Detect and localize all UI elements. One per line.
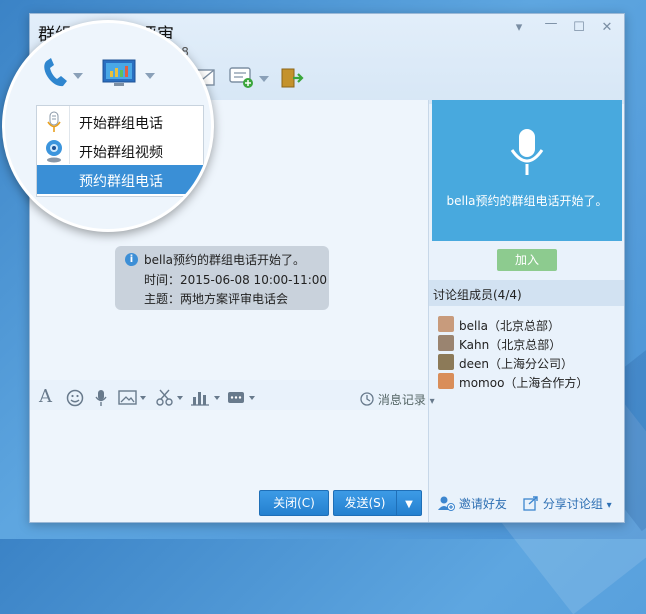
dropdown-icon[interactable]: ▾ (512, 20, 526, 35)
exit-group-icon[interactable] (280, 66, 306, 90)
webcam-icon (46, 140, 62, 163)
emoji-icon[interactable] (66, 389, 84, 407)
new-message-icon[interactable] (229, 66, 257, 90)
member-name: momoo（上海合作方） (459, 376, 589, 390)
phone-icon[interactable] (41, 57, 71, 89)
members-header: 讨论组成员(4/4) (429, 280, 624, 306)
member-item[interactable]: momoo（上海合作方） (438, 373, 618, 390)
close-button[interactable]: 关闭(C) (259, 490, 329, 516)
message-history-button[interactable]: 消息记录 ▾ (360, 391, 435, 408)
menu-item-start-group-video[interactable]: 开始群组视频 (37, 136, 203, 165)
voice-icon[interactable] (94, 389, 108, 407)
screenshot-icon[interactable] (155, 389, 187, 407)
system-message-time: 时间：2015-06-08 10:00-11:00 (144, 273, 328, 287)
info-icon: i (125, 253, 138, 266)
clock-icon (360, 392, 374, 406)
chevron-down-icon[interactable] (259, 76, 269, 82)
chevron-down-icon: ▾ (606, 500, 612, 511)
avatar (438, 316, 454, 332)
microphone-icon (47, 111, 61, 132)
chevron-down-icon[interactable] (145, 73, 155, 79)
group-call-panel: bella预约的群组电话开始了。 (432, 100, 622, 241)
member-item[interactable]: deen（上海分公司） (438, 354, 618, 371)
share-group-label: 分享讨论组 (542, 497, 603, 511)
microphone-icon (510, 129, 544, 175)
chevron-down-icon[interactable] (73, 73, 83, 79)
members-header-label: 讨论组成员(4/4) (433, 288, 522, 302)
member-name: deen（上海分公司） (459, 357, 573, 371)
system-message-topic: 主题：两地方案评审电话会 (144, 292, 289, 306)
chevron-down-icon: ▼ (405, 499, 413, 510)
font-icon[interactable]: A (39, 386, 52, 407)
invite-friends-button[interactable]: 邀请好友 (437, 495, 507, 512)
menu-item-label: 开始群组视频 (79, 145, 163, 161)
send-options-button[interactable]: ▼ (396, 490, 422, 516)
add-user-icon (438, 496, 455, 511)
system-message: i bella预约的群组电话开始了。 时间：2015-06-08 10:00-1… (115, 246, 329, 310)
member-name: bella（北京总部） (459, 319, 561, 333)
message-history-label: 消息记录 (377, 393, 426, 407)
avatar (438, 335, 454, 351)
avatar (438, 354, 454, 370)
menu-item-label: 开始群组电话 (79, 116, 163, 132)
menu-item-start-group-call[interactable]: 开始群组电话 (37, 107, 203, 136)
maximize-icon[interactable]: ☐ (572, 20, 586, 35)
chevron-down-icon: ▾ (429, 396, 435, 407)
member-item[interactable]: Kahn（北京总部） (438, 335, 618, 352)
system-message-line: bella预约的群组电话开始了。 (144, 253, 306, 267)
share-icon (523, 496, 538, 511)
member-name: Kahn（北京总部） (459, 338, 562, 352)
join-call-button[interactable]: 加入 (497, 249, 557, 271)
more-tools-icon[interactable] (227, 389, 259, 407)
member-item[interactable]: bella（北京总部） (438, 316, 618, 333)
invite-friends-label: 邀请好友 (458, 497, 507, 511)
minimize-icon[interactable]: — (544, 16, 558, 31)
chart-icon[interactable] (191, 389, 223, 407)
call-status-text: bella预约的群组电话开始了。 (446, 194, 608, 208)
video-display-icon[interactable] (102, 59, 136, 89)
menu-item-schedule-group-call[interactable]: 预约群组电话 (37, 165, 203, 194)
close-icon[interactable]: ✕ (600, 20, 614, 35)
image-icon[interactable] (118, 390, 148, 406)
avatar (438, 373, 454, 389)
magnifier-callout: 开始群组电话 开始群组视频 预约群组电话 (2, 20, 214, 232)
call-menu: 开始群组电话 开始群组视频 预约群组电话 (36, 105, 204, 197)
panel-divider (428, 100, 429, 522)
send-button[interactable]: 发送(S) (333, 490, 397, 516)
share-group-button[interactable]: 分享讨论组 ▾ (523, 495, 612, 512)
menu-item-label: 预约群组电话 (79, 174, 163, 190)
